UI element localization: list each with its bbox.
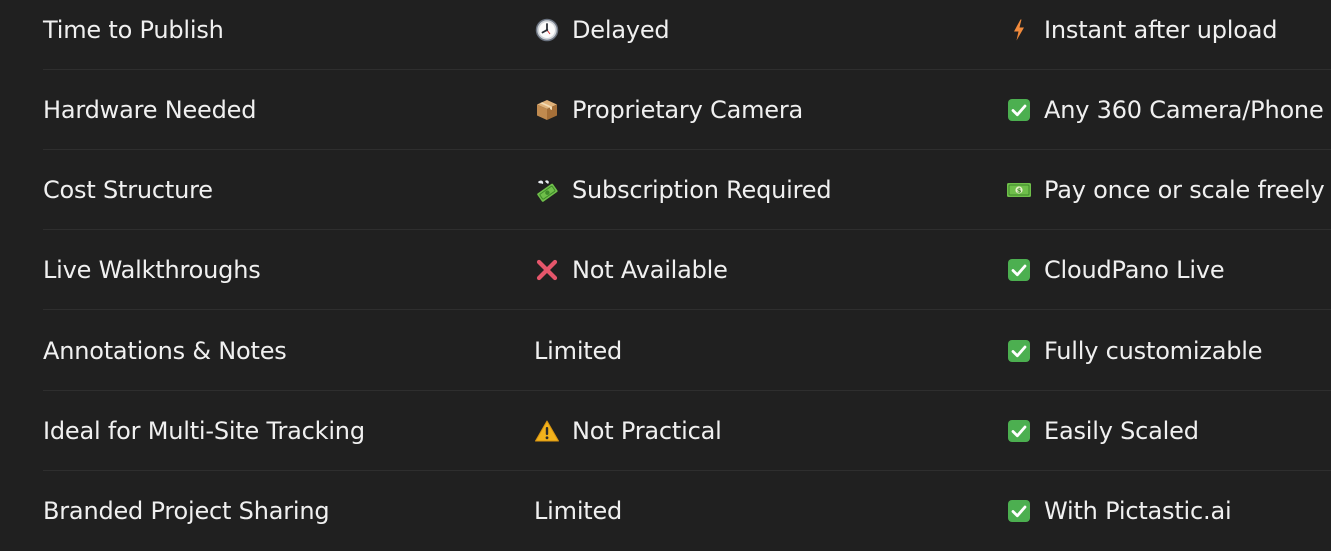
competitor-text: Proprietary Camera [572, 96, 804, 124]
package-icon [534, 97, 560, 123]
table-row: Annotations & Notes Limited Fully custom… [43, 311, 1331, 391]
cloudpano-cell: $ Pay once or scale freely [1006, 150, 1325, 230]
check-icon [1006, 418, 1032, 444]
table-row: Live Walkthroughs Not Available CloudPan… [43, 230, 1331, 310]
cross-icon [534, 257, 560, 283]
feature-label: Branded Project Sharing [43, 497, 330, 525]
feature-label: Live Walkthroughs [43, 256, 261, 284]
cloudpano-cell: With Pictastic.ai [1006, 471, 1232, 551]
cloudpano-text: Any 360 Camera/Phone [1044, 96, 1324, 124]
competitor-cell: Proprietary Camera [534, 70, 803, 150]
competitor-cell: Not Practical [534, 391, 722, 471]
cloudpano-cell: Instant after upload [1006, 0, 1278, 70]
feature-label: Ideal for Multi-Site Tracking [43, 417, 365, 445]
money-flying-icon [534, 177, 560, 203]
check-icon [1006, 498, 1032, 524]
feature-label: Annotations & Notes [43, 337, 287, 365]
check-icon [1006, 97, 1032, 123]
competitor-text: Not Available [572, 256, 728, 284]
cloudpano-text: Fully customizable [1044, 337, 1263, 365]
feature-label: Cost Structure [43, 176, 213, 204]
competitor-text: Subscription Required [572, 176, 832, 204]
cloudpano-cell: Fully customizable [1006, 311, 1262, 391]
table-row: Branded Project Sharing Limited With Pic… [43, 471, 1331, 551]
comparison-table: Time to Publish Delayed Instant after up… [0, 0, 1331, 539]
competitor-cell: Limited [534, 471, 622, 551]
table-row: Cost Structure Subscription Required $ P… [43, 150, 1331, 230]
competitor-cell: Delayed [534, 0, 670, 70]
warning-icon [534, 418, 560, 444]
feature-label: Hardware Needed [43, 96, 257, 124]
check-icon [1006, 338, 1032, 364]
competitor-cell: Not Available [534, 230, 728, 310]
feature-label: Time to Publish [43, 16, 224, 44]
cloudpano-text: Instant after upload [1044, 16, 1278, 44]
cloudpano-cell: Easily Scaled [1006, 391, 1199, 471]
competitor-text: Delayed [572, 16, 670, 44]
cloudpano-cell: CloudPano Live [1006, 230, 1225, 310]
lightning-icon [1006, 17, 1032, 43]
cloudpano-cell: Any 360 Camera/Phone [1006, 70, 1324, 150]
table-row: Time to Publish Delayed Instant after up… [43, 0, 1331, 70]
cloudpano-text: Pay once or scale freely [1044, 176, 1325, 204]
competitor-cell: Limited [534, 311, 622, 391]
svg-text:$: $ [1017, 186, 1022, 194]
table-row: Hardware Needed Proprietary Camera Any 3… [43, 70, 1331, 150]
table-row: Ideal for Multi-Site Tracking Not Practi… [43, 391, 1331, 471]
clock-icon [534, 17, 560, 43]
competitor-cell: Subscription Required [534, 150, 832, 230]
competitor-text: Limited [534, 497, 623, 525]
cloudpano-text: CloudPano Live [1044, 256, 1225, 284]
dollar-bill-icon: $ [1006, 177, 1032, 203]
cloudpano-text: With Pictastic.ai [1044, 497, 1232, 525]
competitor-text: Not Practical [572, 417, 722, 445]
competitor-text: Limited [534, 337, 623, 365]
check-icon [1006, 257, 1032, 283]
cloudpano-text: Easily Scaled [1044, 417, 1199, 445]
